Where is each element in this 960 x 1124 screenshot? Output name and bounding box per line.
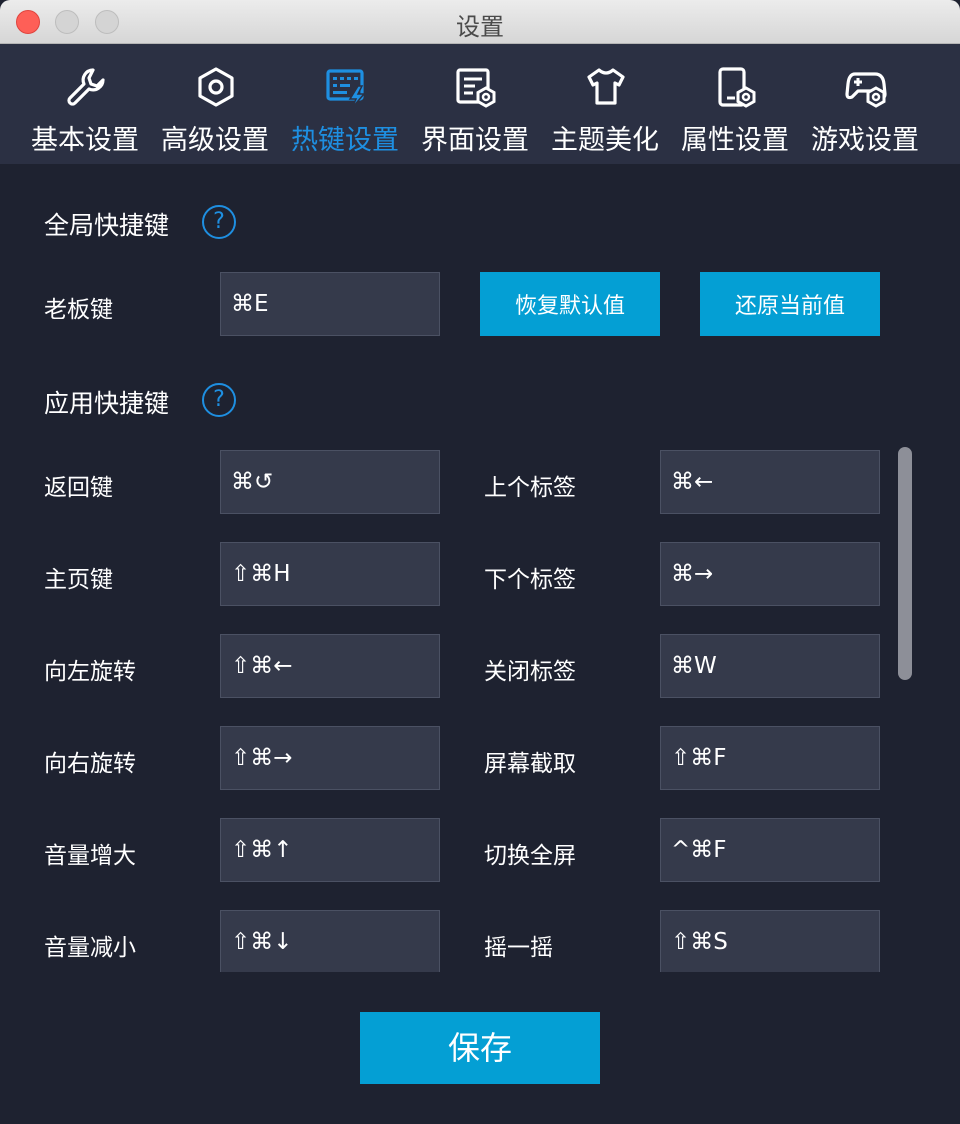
hotkey-field[interactable]: ⇧⌘↑ xyxy=(220,818,440,882)
title-bar: 设置 xyxy=(0,0,960,44)
hotkey-label: 返回键 xyxy=(44,475,113,501)
tab-label: 界面设置 xyxy=(421,125,529,156)
tab-theme[interactable]: 主题美化 xyxy=(540,44,670,164)
hotkey-field[interactable]: ⇧⌘S xyxy=(660,910,880,972)
hotkey-label: 摇一摇 xyxy=(484,935,553,961)
document-gear-icon xyxy=(456,68,496,108)
save-button[interactable]: 保存 xyxy=(360,1012,600,1084)
hotkey-field[interactable]: ⌘→ xyxy=(660,542,880,606)
app-hotkeys-help-icon[interactable]: ? xyxy=(202,383,236,417)
hotkey-field[interactable]: ⌘← xyxy=(660,450,880,514)
tab-label: 游戏设置 xyxy=(811,125,919,156)
restore-default-button[interactable]: 恢复默认值 xyxy=(480,272,660,336)
tab-hotkey-settings[interactable]: 热键设置 xyxy=(280,44,410,164)
global-hotkeys-title: 全局快捷键 xyxy=(44,211,170,240)
tab-interface-settings[interactable]: 界面设置 xyxy=(410,44,540,164)
hotkey-field[interactable]: ⇧⌘F xyxy=(660,726,880,790)
app-hotkeys-title: 应用快捷键 xyxy=(44,389,170,418)
hotkey-field[interactable]: ⌘W xyxy=(660,634,880,698)
tab-property-settings[interactable]: 属性设置 xyxy=(670,44,800,164)
restore-current-button[interactable]: 还原当前值 xyxy=(700,272,880,336)
hotkey-label: 切换全屏 xyxy=(484,843,576,869)
hotkey-field[interactable]: ^⌘F xyxy=(660,818,880,882)
hotkey-field[interactable]: ⇧⌘↓ xyxy=(220,910,440,972)
hotkey-field[interactable]: ⌘↺ xyxy=(220,450,440,514)
hotkey-label: 向左旋转 xyxy=(44,659,136,685)
hotkey-field[interactable]: ⇧⌘H xyxy=(220,542,440,606)
hexagon-gear-icon xyxy=(198,67,234,107)
tab-label: 高级设置 xyxy=(161,125,269,156)
hotkey-label: 音量减小 xyxy=(44,935,136,961)
tab-basic-settings[interactable]: 基本设置 xyxy=(20,44,150,164)
keyboard-lightning-icon xyxy=(326,69,366,108)
hotkey-label: 向右旋转 xyxy=(44,751,136,777)
wrench-icon xyxy=(67,68,105,106)
app-hotkeys-list[interactable]: 返回键 ⌘↺ 上个标签 ⌘← 主页键 ⇧⌘H 下个标签 ⌘→ 向左旋转 ⇧⌘← … xyxy=(0,440,960,972)
tshirt-icon xyxy=(587,68,625,105)
tab-label: 主题美化 xyxy=(551,125,659,156)
tab-label: 热键设置 xyxy=(291,125,399,156)
tab-advanced-settings[interactable]: 高级设置 xyxy=(150,44,280,164)
hotkey-label: 下个标签 xyxy=(484,567,576,593)
hotkey-label: 屏幕截取 xyxy=(484,751,576,777)
boss-key-label: 老板键 xyxy=(44,297,113,323)
window-title: 设置 xyxy=(456,13,504,41)
global-hotkeys-help-icon[interactable]: ? xyxy=(202,205,236,239)
hotkey-label: 音量增大 xyxy=(44,843,136,869)
hotkey-label: 主页键 xyxy=(44,567,113,593)
hotkey-field[interactable]: ⇧⌘→ xyxy=(220,726,440,790)
tab-game-settings[interactable]: 游戏设置 xyxy=(800,44,930,164)
gamepad-gear-icon xyxy=(845,72,887,108)
tab-label: 属性设置 xyxy=(681,125,789,156)
settings-tab-bar: 基本设置 高级设置 热键设置 界面设置 主题美化 属性设置 游戏设置 xyxy=(0,44,960,164)
hotkey-label: 上个标签 xyxy=(484,475,576,501)
boss-key-field[interactable]: ⌘E xyxy=(220,272,440,336)
device-gear-icon xyxy=(718,67,756,108)
hotkey-field[interactable]: ⇧⌘← xyxy=(220,634,440,698)
hotkey-label: 关闭标签 xyxy=(484,659,576,685)
list-scrollbar[interactable] xyxy=(898,447,912,680)
tab-label: 基本设置 xyxy=(31,125,139,156)
